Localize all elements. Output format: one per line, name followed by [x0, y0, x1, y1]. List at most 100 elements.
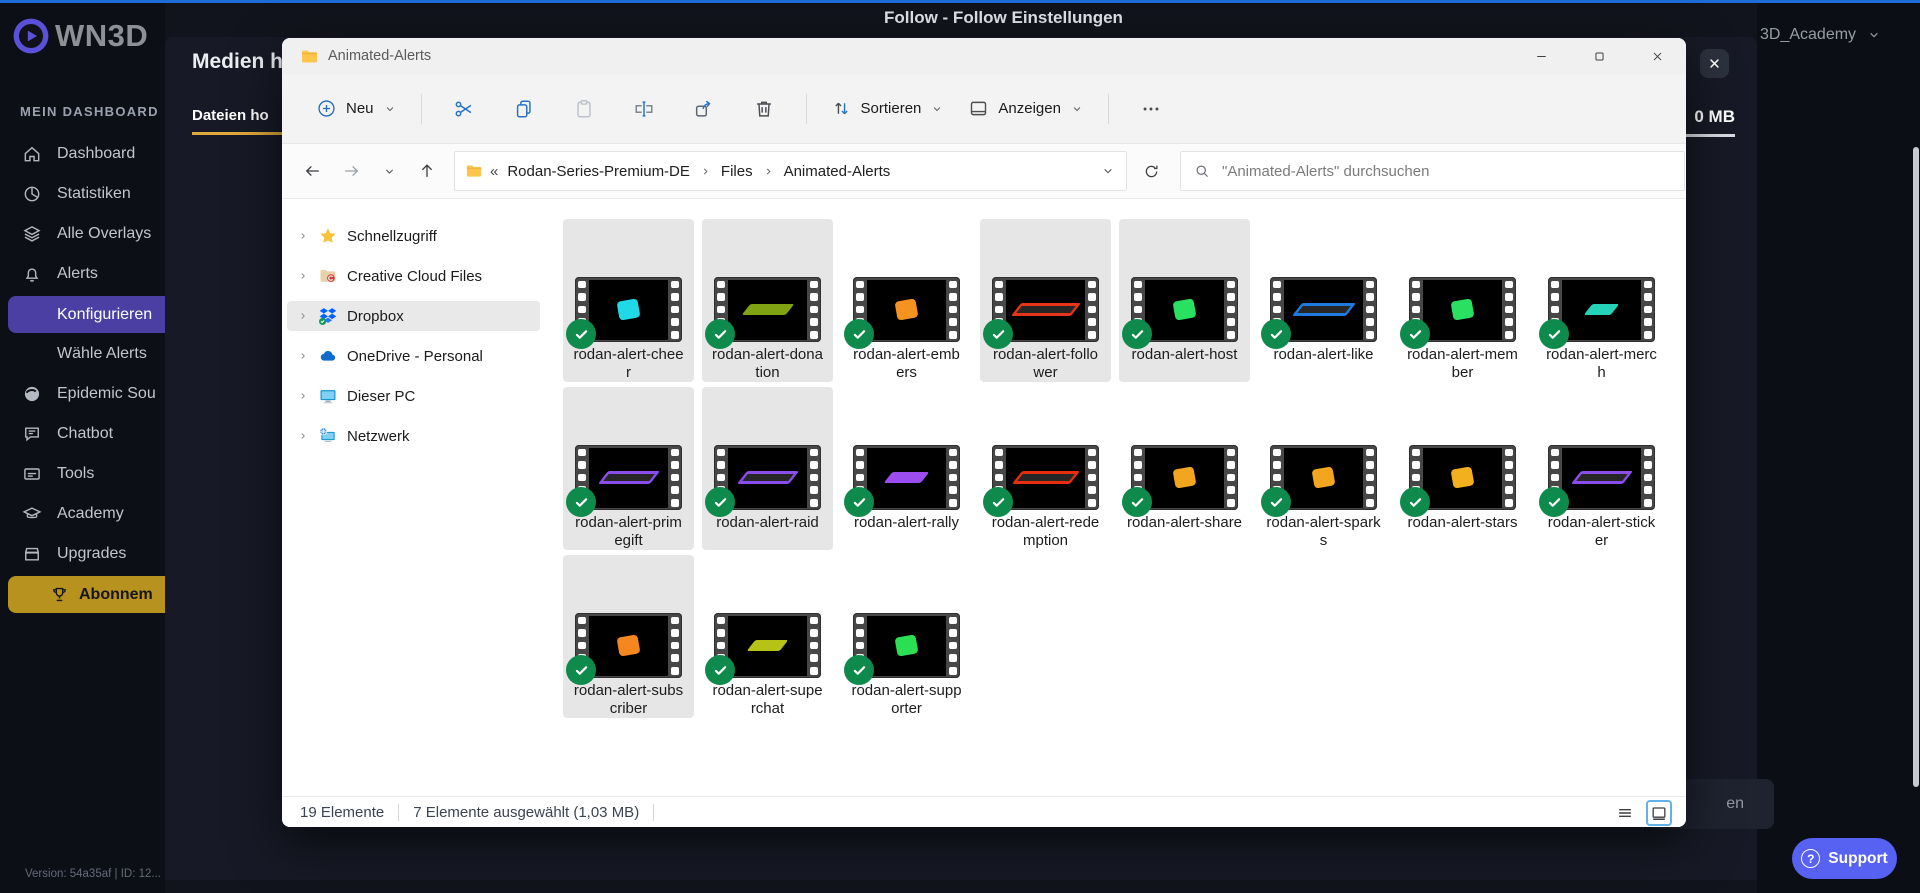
file-item-label: rodan-alert-chee r: [573, 346, 684, 381]
file-item-rodan-alert-merch[interactable]: rodan-alert-merc h: [1536, 219, 1667, 382]
expand-chevron-icon[interactable]: [297, 390, 309, 402]
sync-check-badge-icon: [705, 319, 735, 349]
back-button[interactable]: [296, 154, 330, 188]
sidebar-item-abonnement[interactable]: Abonnem: [8, 576, 165, 613]
explorer-addressbar: « Rodan-Series-Premium-DE Files Animated-Al…: [282, 144, 1686, 199]
file-item-rodan-alert-embers[interactable]: rodan-alert-emb ers: [841, 219, 972, 382]
sidebar-item-konfigurieren[interactable]: Konfigurieren: [8, 296, 165, 333]
nav-item-network[interactable]: Netzwerk: [287, 421, 540, 451]
sidebar-item-epidemic-sound[interactable]: Epidemic Sou: [0, 374, 165, 414]
new-button[interactable]: Neu: [304, 88, 409, 130]
sync-check-badge-icon: [566, 487, 596, 517]
expand-chevron-icon[interactable]: [297, 230, 309, 242]
maximize-button[interactable]: [1576, 38, 1622, 74]
explorer-body: Schnellzugriff Creative Cloud Files Dropbo…: [282, 201, 1686, 796]
minimize-button[interactable]: [1518, 38, 1564, 74]
file-item-rodan-alert-redemption[interactable]: rodan-alert-rede mption: [980, 387, 1111, 550]
breadcrumb[interactable]: « Rodan-Series-Premium-DE Files Animated-Al…: [454, 151, 1127, 191]
forward-arrow-icon: [341, 161, 361, 181]
file-item-rodan-alert-cheer[interactable]: rodan-alert-chee r: [563, 219, 694, 382]
breadcrumb-overflow[interactable]: «: [490, 163, 498, 180]
file-item-rodan-alert-subscriber[interactable]: rodan-alert-subs criber: [563, 555, 694, 718]
recent-locations-button[interactable]: [372, 154, 406, 188]
sidebar-item-dashboard[interactable]: Dashboard: [0, 134, 165, 174]
explorer-titlebar[interactable]: Animated-Alerts: [282, 38, 1686, 74]
expand-chevron-icon[interactable]: [297, 430, 309, 442]
file-item-rodan-alert-host[interactable]: rodan-alert-host: [1119, 219, 1250, 382]
file-item-rodan-alert-donation[interactable]: rodan-alert-dona tion: [702, 219, 833, 382]
file-grid: rodan-alert-chee r rodan-alert-dona tion rod…: [545, 201, 1686, 796]
more-options-button[interactable]: [1127, 88, 1175, 130]
forward-button[interactable]: [334, 154, 368, 188]
breadcrumb-item[interactable]: Files: [719, 161, 755, 182]
nav-item-dropbox[interactable]: Dropbox: [287, 301, 540, 331]
search-input[interactable]: [1222, 162, 1672, 180]
filmstrip-holes: [1505, 448, 1513, 507]
paste-button[interactable]: [560, 88, 608, 130]
file-item-rodan-alert-stars[interactable]: rodan-alert-stars: [1397, 387, 1528, 550]
list-view-toggle[interactable]: [1612, 800, 1638, 826]
filmstrip-holes: [1644, 448, 1652, 507]
search-box: [1180, 151, 1685, 191]
share-button[interactable]: [680, 88, 728, 130]
nav-item-this-pc[interactable]: Dieser PC: [287, 381, 540, 411]
sidebar-section-label: MEIN DASHBOARD: [20, 104, 159, 119]
expand-chevron-icon[interactable]: [297, 310, 309, 322]
file-item-rodan-alert-follower[interactable]: rodan-alert-follo wer: [980, 219, 1111, 382]
modal-close-button[interactable]: [1700, 49, 1729, 78]
rename-button[interactable]: [620, 88, 668, 130]
copy-button[interactable]: [500, 88, 548, 130]
chevron-down-icon: [382, 164, 397, 179]
nav-item-onedrive[interactable]: OneDrive - Personal: [287, 341, 540, 371]
bell-icon: [22, 264, 42, 284]
sidebar-item-upgrades[interactable]: Upgrades: [0, 534, 165, 574]
file-item-rodan-alert-like[interactable]: rodan-alert-like: [1258, 219, 1389, 382]
nav-item-label: Schnellzugriff: [347, 227, 437, 245]
nav-item-creative-cloud-files[interactable]: Creative Cloud Files: [287, 261, 540, 291]
own3d-logo[interactable]: WN3D: [12, 17, 148, 55]
folder-icon: [300, 47, 319, 66]
sidebar-item-alle-overlays[interactable]: Alle Overlays: [0, 214, 165, 254]
file-item-rodan-alert-member[interactable]: rodan-alert-mem ber: [1397, 219, 1528, 382]
file-item-rodan-alert-sparks[interactable]: rodan-alert-spark s: [1258, 387, 1389, 550]
status-separator: [653, 803, 655, 821]
file-item-rodan-alert-rally[interactable]: rodan-alert-rally: [841, 387, 972, 550]
video-thumbnail: [1400, 445, 1516, 517]
file-item-rodan-alert-superchat[interactable]: rodan-alert-supe rchat: [702, 555, 833, 718]
file-item-rodan-alert-sticker[interactable]: rodan-alert-stick er: [1536, 387, 1667, 550]
alert-shape: [1291, 303, 1356, 316]
refresh-button[interactable]: [1134, 154, 1168, 188]
filmstrip-holes: [810, 280, 818, 339]
breadcrumb-item[interactable]: Animated-Alerts: [782, 161, 893, 182]
thumbnail-view-toggle[interactable]: [1646, 799, 1672, 826]
file-item-rodan-alert-primegift[interactable]: rodan-alert-prim egift: [563, 387, 694, 550]
cut-button[interactable]: [440, 88, 488, 130]
video-frame: [728, 615, 807, 676]
sidebar-item-statistiken[interactable]: Statistiken: [0, 174, 165, 214]
expand-chevron-icon[interactable]: [297, 270, 309, 282]
view-button[interactable]: Anzeigen: [956, 88, 1096, 130]
up-button[interactable]: [410, 154, 444, 188]
sidebar-item-academy[interactable]: Academy: [0, 494, 165, 534]
file-item-rodan-alert-supporter[interactable]: rodan-alert-supp orter: [841, 555, 972, 718]
support-button[interactable]: ? Support: [1792, 838, 1897, 879]
breadcrumb-item[interactable]: Rodan-Series-Premium-DE: [505, 161, 692, 182]
sidebar-item-label: Abonnem: [79, 585, 153, 603]
delete-button[interactable]: [740, 88, 788, 130]
account-menu[interactable]: 3D_Academy: [1760, 26, 1882, 44]
storage-bar: [1681, 134, 1735, 137]
file-item-rodan-alert-share[interactable]: rodan-alert-share: [1119, 387, 1250, 550]
address-dropdown-icon[interactable]: [1100, 163, 1116, 179]
video-thumbnail: [1400, 277, 1516, 349]
sidebar-item-chatbot[interactable]: Chatbot: [0, 414, 165, 454]
minimize-icon: [1533, 48, 1550, 65]
expand-chevron-icon[interactable]: [297, 350, 309, 362]
file-item-rodan-alert-raid[interactable]: rodan-alert-raid: [702, 387, 833, 550]
sidebar-item-tools[interactable]: Tools: [0, 454, 165, 494]
sidebar-item-alerts[interactable]: Alerts: [0, 254, 165, 294]
nav-item-quick-access[interactable]: Schnellzugriff: [287, 221, 540, 251]
sidebar-item-waehle-alerts[interactable]: Wähle Alerts: [0, 334, 165, 374]
page-scrollbar[interactable]: [1913, 147, 1919, 787]
close-window-button[interactable]: [1634, 38, 1680, 74]
sort-button[interactable]: Sortieren: [819, 88, 957, 130]
